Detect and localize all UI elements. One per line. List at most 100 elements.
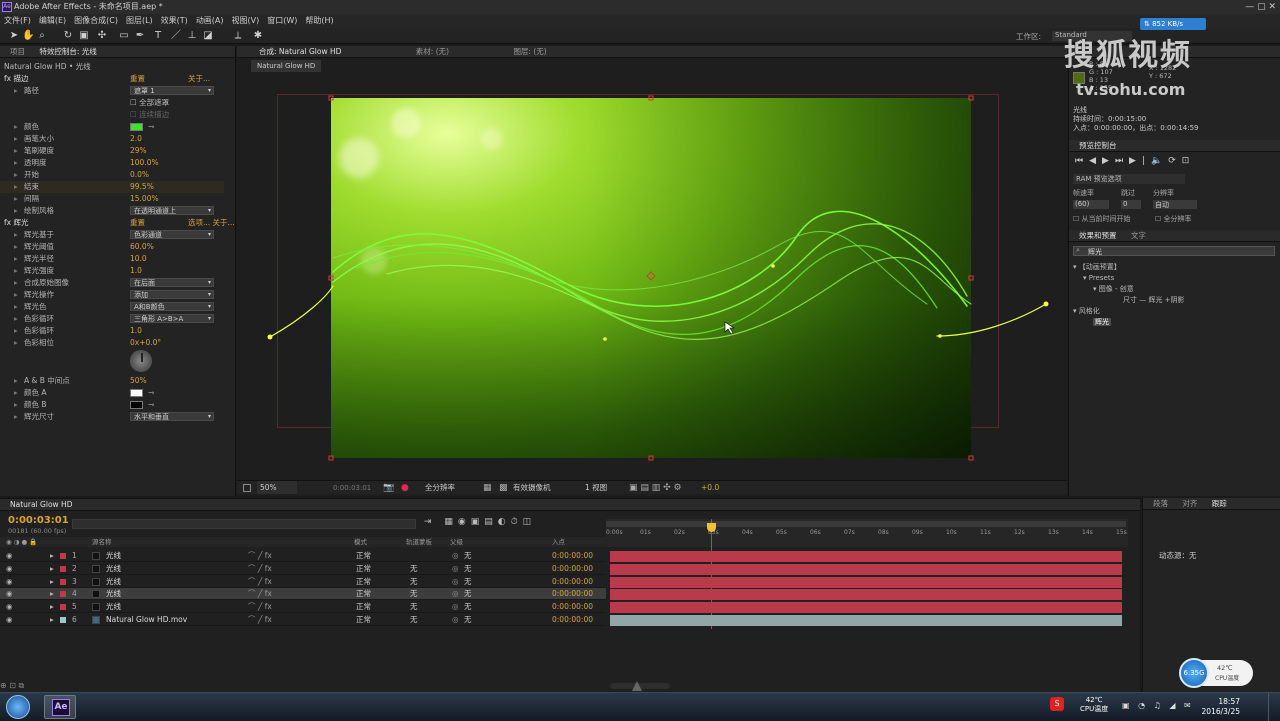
expand-triangle-icon[interactable]: ▸ bbox=[14, 85, 18, 97]
expand-triangle-icon[interactable]: ▸ bbox=[50, 550, 54, 562]
camera-tool-icon[interactable]: ▣ bbox=[78, 30, 90, 42]
effect-param-row[interactable]: 间隔 ▸ 15.00% bbox=[0, 193, 224, 205]
expand-triangle-icon[interactable]: ▸ bbox=[14, 325, 18, 337]
menu-item[interactable]: 窗口(W) bbox=[263, 14, 301, 28]
tree-item-stylize[interactable]: ▾ 风格化 bbox=[1073, 306, 1185, 317]
viewer-timecode[interactable]: 0:00:03:01 bbox=[333, 481, 371, 495]
layer-trkmat-dropdown[interactable]: 无 bbox=[410, 576, 418, 588]
tree-item-presets[interactable]: ▾ Presets bbox=[1073, 273, 1185, 284]
path-vertex-right[interactable] bbox=[1043, 301, 1049, 307]
layer-mode-dropdown[interactable]: 正常 bbox=[356, 550, 371, 562]
menu-item[interactable]: 效果(T) bbox=[157, 14, 192, 28]
visibility-eye-icon[interactable]: ◉ bbox=[6, 563, 13, 575]
layer-mode-dropdown[interactable]: 正常 bbox=[356, 576, 371, 588]
menu-item[interactable]: 编辑(E) bbox=[35, 14, 70, 28]
menu-item[interactable]: 图层(L) bbox=[122, 14, 157, 28]
param-value[interactable]: 99.5% bbox=[130, 181, 154, 193]
param-value[interactable]: 重置 bbox=[130, 217, 145, 229]
expand-triangle-icon[interactable]: ▸ bbox=[50, 614, 54, 626]
expand-triangle-icon[interactable]: ▸ bbox=[14, 145, 18, 157]
expand-triangle-icon[interactable]: ▸ bbox=[50, 563, 54, 575]
effect-param-row[interactable]: 色彩相位 ▸ 0x+0.0° bbox=[0, 337, 224, 349]
layer-mode-dropdown[interactable]: 正常 bbox=[356, 563, 371, 575]
param-value[interactable]: 60.0% bbox=[130, 241, 154, 253]
brush-tool-icon[interactable]: ／ bbox=[170, 30, 182, 42]
fps-dropdown[interactable]: (60) bbox=[1073, 200, 1109, 209]
always-preview-icon[interactable] bbox=[243, 484, 251, 492]
effect-param-row[interactable]: 色彩循环 ▸ 1.0 bbox=[0, 325, 224, 337]
layer-parent-dropdown[interactable]: 无 bbox=[464, 576, 472, 588]
effect-param-row[interactable]: 辉光色 ▸ A和B颜色 bbox=[0, 301, 224, 313]
effect-param-row[interactable]: 颜色 A ▸ ⊸ bbox=[0, 387, 224, 399]
param-dropdown[interactable]: 在透明通道上 bbox=[130, 206, 214, 215]
effect-param-row[interactable]: 结束 ▸ 99.5% bbox=[0, 181, 224, 193]
param-dropdown[interactable]: 色彩通道 bbox=[130, 230, 214, 239]
expand-triangle-icon[interactable]: ▸ bbox=[14, 337, 18, 349]
effect-param-row[interactable]: 路径 ▸ 遮罩 1 bbox=[0, 85, 224, 97]
effect-param-row[interactable]: A & B 中间点 ▸ 50% bbox=[0, 375, 224, 387]
layer-parent-dropdown[interactable]: 无 bbox=[464, 550, 472, 562]
eraser-tool-icon[interactable]: ◪ bbox=[202, 30, 214, 42]
expand-triangle-icon[interactable]: ▸ bbox=[14, 229, 18, 241]
expand-triangle-icon[interactable]: ▸ bbox=[14, 411, 18, 423]
layer-trkmat-dropdown[interactable]: 无 bbox=[410, 601, 418, 613]
effect-param-row[interactable]: fx 描边 重置 关于... bbox=[0, 73, 224, 85]
pen-tool-icon[interactable]: ✒ bbox=[134, 30, 146, 42]
parent-pickwhip-icon[interactable]: ◎ bbox=[452, 614, 459, 626]
param-dropdown[interactable]: 添加 bbox=[130, 290, 214, 299]
snapshot-icon[interactable]: 📷 bbox=[383, 481, 394, 495]
expand-triangle-icon[interactable]: ▸ bbox=[14, 313, 18, 325]
tab-project[interactable]: 项目 bbox=[4, 46, 31, 57]
roto-tool-icon[interactable]: ⟂ bbox=[232, 30, 244, 42]
effect-param-row[interactable]: 透明度 ▸ 100.0% bbox=[0, 157, 224, 169]
effect-param-row[interactable]: 辉光半径 ▸ 10.0 bbox=[0, 253, 224, 265]
layer-switches-icon[interactable]: ⌒ ╱ fx bbox=[248, 588, 272, 600]
param-dropdown[interactable]: 在后面 bbox=[130, 278, 214, 287]
layer-switches-icon[interactable]: ⌒ ╱ fx bbox=[248, 601, 272, 613]
layer-mode-dropdown[interactable]: 正常 bbox=[356, 601, 371, 613]
layer-duration-bar[interactable] bbox=[610, 563, 1122, 575]
menu-item[interactable]: 视图(V) bbox=[228, 14, 264, 28]
layer-label-color[interactable] bbox=[60, 617, 66, 623]
expand-triangle-icon[interactable]: ▸ bbox=[14, 169, 18, 181]
expand-triangle-icon[interactable]: ▸ bbox=[14, 289, 18, 301]
param-checkbox[interactable]: ☐ 全部遮罩 bbox=[130, 97, 169, 109]
ram-preview-dropdown[interactable]: RAM 预览选项 bbox=[1073, 174, 1185, 184]
effect-param-row[interactable]: 合成原始图像 ▸ 在后面 bbox=[0, 277, 224, 289]
color-swatch[interactable] bbox=[130, 123, 143, 131]
motion-source[interactable]: 动态源：无 bbox=[1159, 550, 1197, 561]
expand-triangle-icon[interactable]: ▸ bbox=[50, 601, 54, 613]
layer-name[interactable]: 光线 bbox=[106, 576, 121, 588]
effect-param-row[interactable]: 笔刷硬度 ▸ 29% bbox=[0, 145, 224, 157]
timeline-bottom-toggles[interactable]: ⊕ ⊡ ⧉ bbox=[0, 681, 606, 691]
effect-param-row[interactable]: 辉光强度 ▸ 1.0 bbox=[0, 265, 224, 277]
res-dropdown[interactable]: 自动 bbox=[1153, 200, 1197, 209]
rotate-tool-icon[interactable]: ↻ bbox=[62, 30, 74, 42]
effect-param-row[interactable]: fx 辉光 重置 选项... 关于... bbox=[0, 217, 235, 229]
layer-row[interactable]: ◉ ▸ 6 Natural Glow HD.mov ⌒ ╱ fx 正常 无 ◎ 无 0:00:00… bbox=[0, 614, 606, 626]
layer-row[interactable]: ◉ ▸ 1 光线 ⌒ ╱ fx 正常 ◎ 无 0:00:00:00 bbox=[0, 550, 606, 562]
effect-param-row[interactable]: 绘制风格 ▸ 在透明通道上 bbox=[0, 205, 224, 217]
layer-parent-dropdown[interactable]: 无 bbox=[464, 601, 472, 613]
layer-label-color[interactable] bbox=[60, 578, 66, 585]
layer-trkmat-dropdown[interactable]: 无 bbox=[410, 563, 418, 575]
layer-name[interactable]: 光线 bbox=[106, 550, 121, 562]
timeline-switches-icons[interactable]: ⇥ ▦◉▣▤◐⏱◫ bbox=[424, 517, 536, 527]
parent-pickwhip-icon[interactable]: ◎ bbox=[452, 588, 459, 600]
exposure-value[interactable]: +0.0 bbox=[701, 481, 719, 495]
layer-in-point[interactable]: 0:00:00:00 bbox=[552, 601, 593, 613]
tree-item-animation-presets[interactable]: ▾ 【动画预置】 bbox=[1073, 262, 1185, 273]
layer-name[interactable]: Natural Glow HD.mov bbox=[106, 614, 187, 626]
clone-tool-icon[interactable]: ⊥ bbox=[186, 30, 198, 42]
layer-label-color[interactable] bbox=[60, 553, 66, 559]
window-controls[interactable]: — ▢ ✕ bbox=[1245, 0, 1276, 14]
region-of-interest-icon[interactable]: ▦ bbox=[483, 481, 492, 495]
tree-item-image-creative[interactable]: ▾ 图像 - 创意 bbox=[1073, 284, 1185, 295]
color-swatch[interactable] bbox=[130, 389, 143, 397]
expand-triangle-icon[interactable]: ▸ bbox=[14, 121, 18, 133]
param-value[interactable]: 15.00% bbox=[130, 193, 159, 205]
color-swatch[interactable] bbox=[130, 401, 143, 409]
expand-triangle-icon[interactable]: ▸ bbox=[14, 133, 18, 145]
layer-row[interactable]: ◉ ▸ 4 光线 ⌒ ╱ fx 正常 无 ◎ 无 0:00:00:00 bbox=[0, 588, 606, 601]
pan-behind-tool-icon[interactable]: ✣ bbox=[96, 30, 108, 42]
